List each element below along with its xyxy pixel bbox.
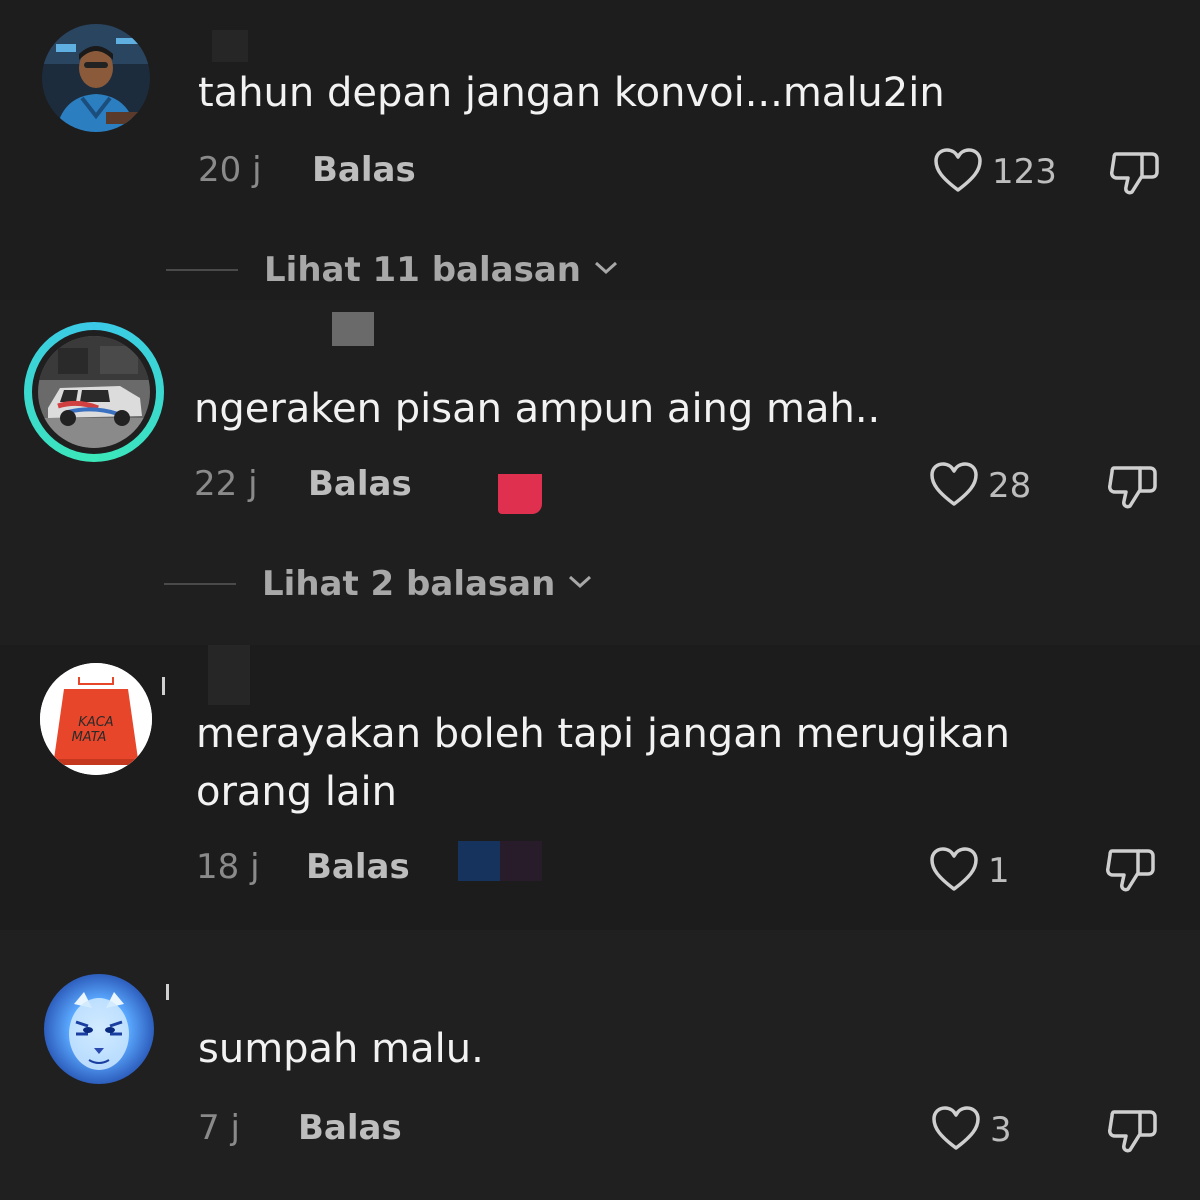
like-count: 123 — [992, 152, 1057, 192]
comment-text: sumpah malu. — [198, 1026, 484, 1072]
avatar[interactable]: KACA MATA — [40, 663, 152, 775]
reply-button[interactable]: Balas — [298, 1108, 402, 1148]
reply-divider — [166, 269, 238, 271]
reply-button[interactable]: Balas — [308, 464, 412, 504]
view-replies-button[interactable]: Lihat 2 balasan — [164, 564, 593, 604]
comment-text-line: merayakan boleh tapi jangan merugikan — [196, 711, 1010, 757]
like-count: 28 — [988, 466, 1032, 506]
avatar-text-line: KACA — [78, 715, 114, 730]
comment-text: tahun depan jangan konvoi...malu2in — [198, 70, 945, 116]
comment-text-line: orang lain — [196, 769, 397, 815]
avatar-text: KACA MATA — [40, 715, 152, 745]
blurred-username — [332, 312, 374, 346]
reply-button[interactable]: Balas — [306, 847, 410, 887]
heart-outline-icon — [930, 1104, 982, 1156]
heart-outline-icon — [928, 845, 980, 897]
like-button[interactable]: 3 — [930, 1104, 1012, 1156]
blurred-sticker — [500, 841, 542, 881]
dislike-button[interactable] — [1108, 146, 1162, 202]
chevron-down-icon — [567, 574, 593, 594]
avatar[interactable] — [24, 322, 164, 462]
reply-button[interactable]: Balas — [312, 150, 416, 190]
thumbs-down-icon — [1108, 152, 1162, 202]
dislike-button[interactable] — [1106, 1104, 1160, 1160]
like-button[interactable]: 28 — [928, 460, 1031, 512]
chevron-down-icon — [593, 260, 619, 280]
like-count: 1 — [988, 851, 1010, 891]
comment-item: ngeraken pisan ampun aing mah.. 22 j Bal… — [0, 300, 1200, 645]
comment-time: 7 j — [198, 1108, 240, 1148]
reply-divider — [164, 583, 236, 585]
thumbs-down-icon — [1106, 466, 1160, 516]
comment-time: 18 j — [196, 847, 260, 887]
thumbs-down-icon — [1104, 849, 1158, 899]
username-fragment — [162, 677, 165, 695]
comment-item: KACA MATA merayakan boleh tapi jangan me… — [0, 645, 1200, 930]
heart-outline-icon — [928, 460, 980, 512]
blurred-username — [212, 30, 248, 62]
like-button[interactable]: 123 — [932, 146, 1057, 198]
username-fragment — [166, 984, 169, 1000]
like-button[interactable]: 1 — [928, 845, 1010, 897]
blurred-sticker — [498, 474, 542, 514]
comment-time: 22 j — [194, 464, 258, 504]
blurred-sticker — [458, 841, 500, 881]
avatar[interactable] — [42, 24, 150, 132]
avatar-image — [32, 330, 156, 454]
comment-item: tahun depan jangan konvoi...malu2in 20 j… — [0, 0, 1200, 300]
dislike-button[interactable] — [1106, 460, 1160, 516]
like-count: 3 — [990, 1110, 1012, 1150]
avatar-text-line: MATA — [71, 730, 107, 745]
dislike-button[interactable] — [1104, 843, 1158, 899]
thumbs-down-icon — [1106, 1110, 1160, 1160]
view-replies-label: Lihat 11 balasan — [264, 250, 581, 290]
avatar[interactable] — [44, 974, 154, 1084]
comments-page: tahun depan jangan konvoi...malu2in 20 j… — [0, 0, 1200, 1200]
heart-outline-icon — [932, 146, 984, 198]
comment-text: ngeraken pisan ampun aing mah.. — [194, 386, 881, 432]
view-replies-label: Lihat 2 balasan — [262, 564, 556, 604]
blurred-username — [208, 645, 250, 705]
comment-item: sumpah malu. 7 j Balas 3 — [0, 930, 1200, 1200]
view-replies-button[interactable]: Lihat 11 balasan — [166, 250, 619, 290]
comment-time: 20 j — [198, 150, 262, 190]
